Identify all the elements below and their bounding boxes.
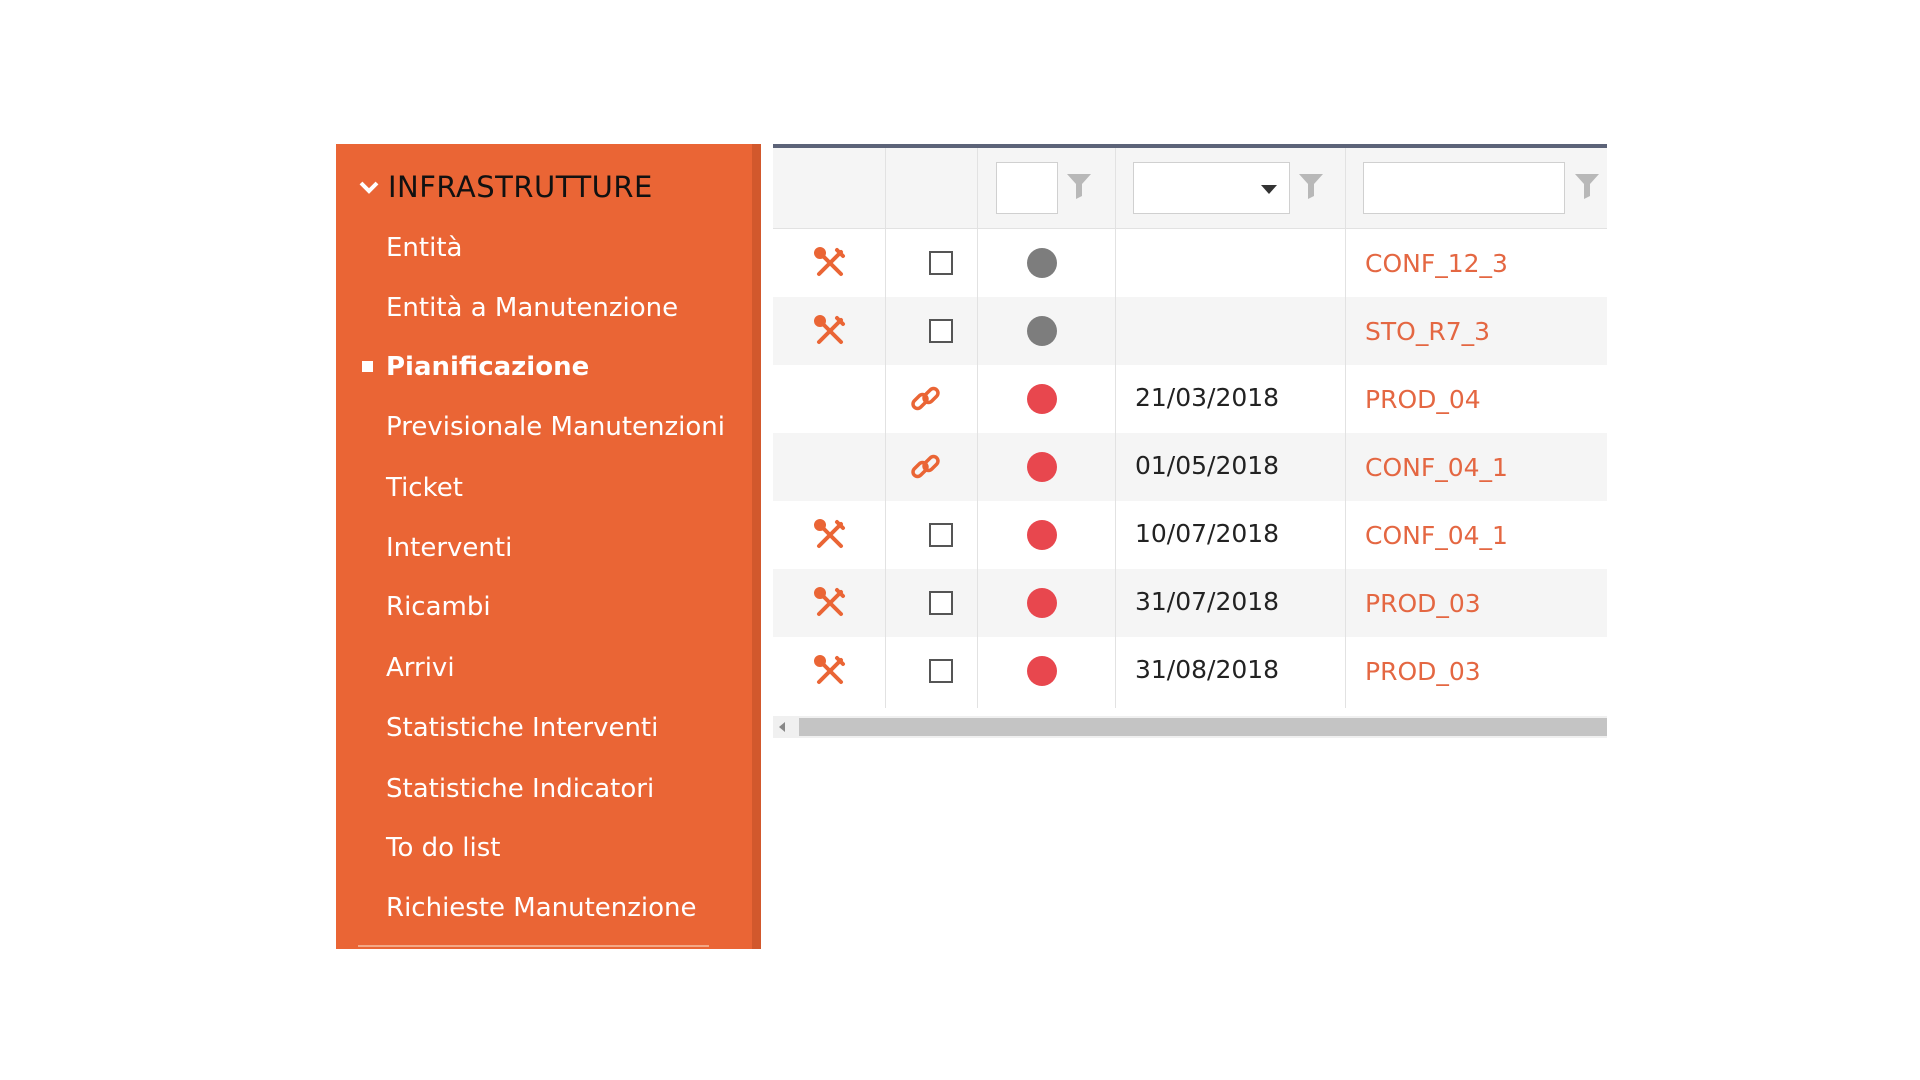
chevron-down-icon	[359, 181, 379, 194]
sidebar-item-label: Ticket	[386, 473, 463, 503]
table-row[interactable]: 10/07/2018 CONF_04_1	[773, 501, 1607, 569]
sidebar-item-arrivi[interactable]: Arrivi	[386, 647, 455, 689]
table-row[interactable]: CONF_12_3	[773, 229, 1607, 297]
table-row[interactable]: 31/08/2018 PROD_03	[773, 637, 1607, 705]
table-row[interactable]: 01/05/2018 CONF_04_1	[773, 433, 1607, 501]
sidebar-item-label: Arrivi	[386, 653, 455, 683]
row-date: 31/08/2018	[1135, 655, 1280, 684]
code-filter-input[interactable]	[1363, 162, 1565, 214]
sidebar-item-statistiche-indicatori[interactable]: Statistiche Indicatori	[386, 768, 654, 810]
sidebar-item-label: Statistiche Indicatori	[386, 774, 655, 804]
row-code-link[interactable]: PROD_03	[1365, 657, 1481, 686]
row-date: 21/03/2018	[1135, 383, 1280, 412]
table-row[interactable]: 21/03/2018 PROD_04	[773, 365, 1607, 433]
status-dot-grey	[1027, 316, 1057, 346]
tools-icon[interactable]	[813, 586, 847, 620]
row-code-link[interactable]: STO_R7_3	[1365, 317, 1490, 346]
column-divider	[977, 148, 978, 708]
sidebar-divider	[358, 945, 709, 947]
row-code-link[interactable]: CONF_04_1	[1365, 521, 1508, 550]
filter-icon[interactable]	[1066, 172, 1092, 200]
column-divider	[885, 148, 886, 708]
status-dot-grey	[1027, 248, 1057, 278]
row-checkbox[interactable]	[929, 251, 953, 275]
sidebar-item-richieste-manutenzione[interactable]: Richieste Manutenzione	[386, 887, 697, 929]
sidebar-item-entita-a-manutenzione[interactable]: Entità a Manutenzione	[386, 287, 678, 329]
sidebar-item-pianificazione[interactable]: Pianificazione	[362, 346, 590, 388]
sidebar-item-ricambi[interactable]: Ricambi	[386, 586, 491, 628]
table-row[interactable]: 31/07/2018 PROD_03	[773, 569, 1607, 637]
column-divider	[1115, 148, 1116, 708]
sidebar-section-infrastrutture[interactable]: INFRASTRUTTURE	[358, 166, 653, 208]
row-date: 01/05/2018	[1135, 451, 1280, 480]
sidebar-item-previsionale-manutenzioni[interactable]: Previsionale Manutenzioni	[386, 406, 725, 448]
sidebar-section-label: INFRASTRUTTURE	[388, 170, 653, 204]
status-dot-red	[1027, 588, 1057, 618]
sidebar-item-label: Richieste Manutenzione	[386, 893, 697, 923]
sidebar-item-entita[interactable]: Entità	[386, 227, 462, 269]
status-dot-red	[1027, 656, 1057, 686]
dropdown-arrow-icon	[1261, 185, 1277, 194]
sidebar-item-label: Previsionale Manutenzioni	[386, 412, 725, 442]
row-date: 31/07/2018	[1135, 587, 1280, 616]
row-code-link[interactable]: PROD_04	[1365, 385, 1481, 414]
row-checkbox[interactable]	[929, 523, 953, 547]
sidebar-item-label: To do list	[386, 833, 501, 863]
filter-row	[773, 148, 1607, 229]
sidebar-item-label: Ricambi	[386, 592, 491, 622]
scroll-left-arrow-icon[interactable]	[779, 722, 785, 732]
row-code-link[interactable]: CONF_04_1	[1365, 453, 1508, 482]
row-checkbox[interactable]	[929, 591, 953, 615]
row-code-link[interactable]: PROD_03	[1365, 589, 1481, 618]
filter-icon[interactable]	[1574, 172, 1600, 200]
active-bullet-icon	[362, 361, 373, 372]
row-checkbox[interactable]	[929, 659, 953, 683]
sidebar-item-statistiche-interventi[interactable]: Statistiche Interventi	[386, 707, 658, 749]
filter-icon[interactable]	[1298, 172, 1324, 200]
date-filter-select[interactable]	[1133, 162, 1290, 214]
planning-grid: CONF_12_3 STO_R7_3 21/03/2018 PROD_04 01…	[773, 144, 1607, 739]
tools-icon[interactable]	[813, 654, 847, 688]
scrollbar-thumb[interactable]	[799, 718, 1607, 736]
sidebar-edge	[752, 144, 761, 949]
tools-icon[interactable]	[813, 246, 847, 280]
sidebar-nav: INFRASTRUTTURE Entità Entità a Manutenzi…	[336, 144, 761, 949]
row-date: 10/07/2018	[1135, 519, 1280, 548]
sidebar-item-to-do-list[interactable]: To do list	[386, 827, 501, 869]
sidebar-item-label: Interventi	[386, 533, 513, 563]
column-divider	[1345, 148, 1346, 708]
status-dot-red	[1027, 452, 1057, 482]
link-icon[interactable]	[909, 382, 943, 416]
link-icon[interactable]	[909, 450, 943, 484]
sidebar-item-label: Entità	[386, 233, 463, 263]
sidebar-item-ticket[interactable]: Ticket	[386, 467, 463, 509]
tools-icon[interactable]	[813, 314, 847, 348]
sidebar-item-interventi[interactable]: Interventi	[386, 527, 512, 569]
status-dot-red	[1027, 384, 1057, 414]
tools-icon[interactable]	[813, 518, 847, 552]
sidebar-item-label: Pianificazione	[386, 352, 590, 382]
sidebar-item-label: Entità a Manutenzione	[386, 293, 679, 323]
table-row[interactable]: STO_R7_3	[773, 297, 1607, 365]
status-dot-red	[1027, 520, 1057, 550]
row-checkbox[interactable]	[929, 319, 953, 343]
row-code-link[interactable]: CONF_12_3	[1365, 249, 1508, 278]
status-filter-input[interactable]	[996, 162, 1058, 214]
horizontal-scrollbar[interactable]	[773, 716, 1607, 738]
sidebar-item-label: Statistiche Interventi	[386, 713, 659, 743]
